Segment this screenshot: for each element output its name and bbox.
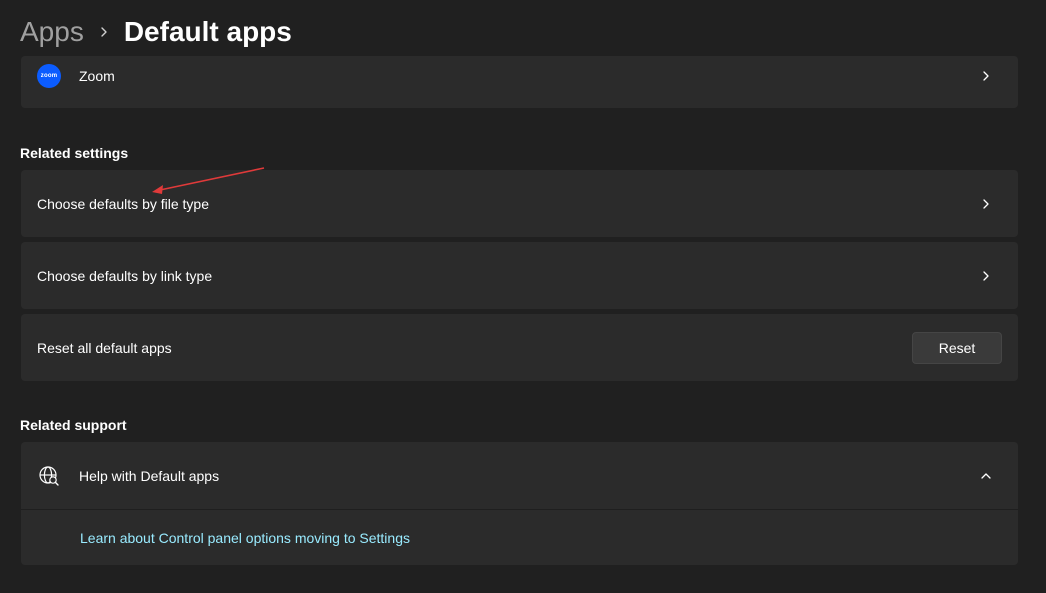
app-row-zoom[interactable]: zoom Zoom — [21, 56, 1018, 108]
chevron-right-icon — [978, 268, 994, 284]
control-panel-help-link[interactable]: Learn about Control panel options moving… — [80, 530, 410, 546]
reset-default-apps-row: Reset all default apps Reset — [21, 314, 1018, 381]
chevron-right-icon — [978, 196, 994, 212]
breadcrumb: Apps Default apps — [20, 12, 292, 52]
settings-page: Apps Default apps zoom Zoom Related sett… — [0, 0, 1046, 593]
chevron-up-icon[interactable] — [978, 468, 994, 484]
link-type-label: Choose defaults by link type — [37, 267, 213, 284]
reset-label: Reset all default apps — [37, 339, 172, 356]
chevron-right-icon — [84, 12, 124, 52]
chevron-right-icon — [978, 64, 994, 88]
help-title: Help with Default apps — [79, 467, 220, 484]
reset-button[interactable]: Reset — [912, 331, 1002, 364]
breadcrumb-apps[interactable]: Apps — [20, 16, 84, 48]
app-row-label: Zoom — [79, 68, 115, 84]
choose-defaults-link-type[interactable]: Choose defaults by link type — [21, 242, 1018, 309]
help-expander-body: Learn about Control panel options moving… — [21, 510, 1018, 565]
help-expander-header[interactable]: Help with Default apps — [21, 442, 1018, 510]
help-expander: Help with Default apps Learn about Contr… — [21, 442, 1018, 565]
choose-defaults-file-type[interactable]: Choose defaults by file type — [21, 170, 1018, 237]
page-title: Default apps — [123, 16, 292, 47]
globe-search-icon — [37, 464, 61, 488]
zoom-logo-icon: zoom — [37, 64, 61, 88]
related-support-heading: Related support — [20, 417, 127, 433]
file-type-label: Choose defaults by file type — [37, 195, 209, 212]
related-settings-heading: Related settings — [20, 145, 129, 161]
